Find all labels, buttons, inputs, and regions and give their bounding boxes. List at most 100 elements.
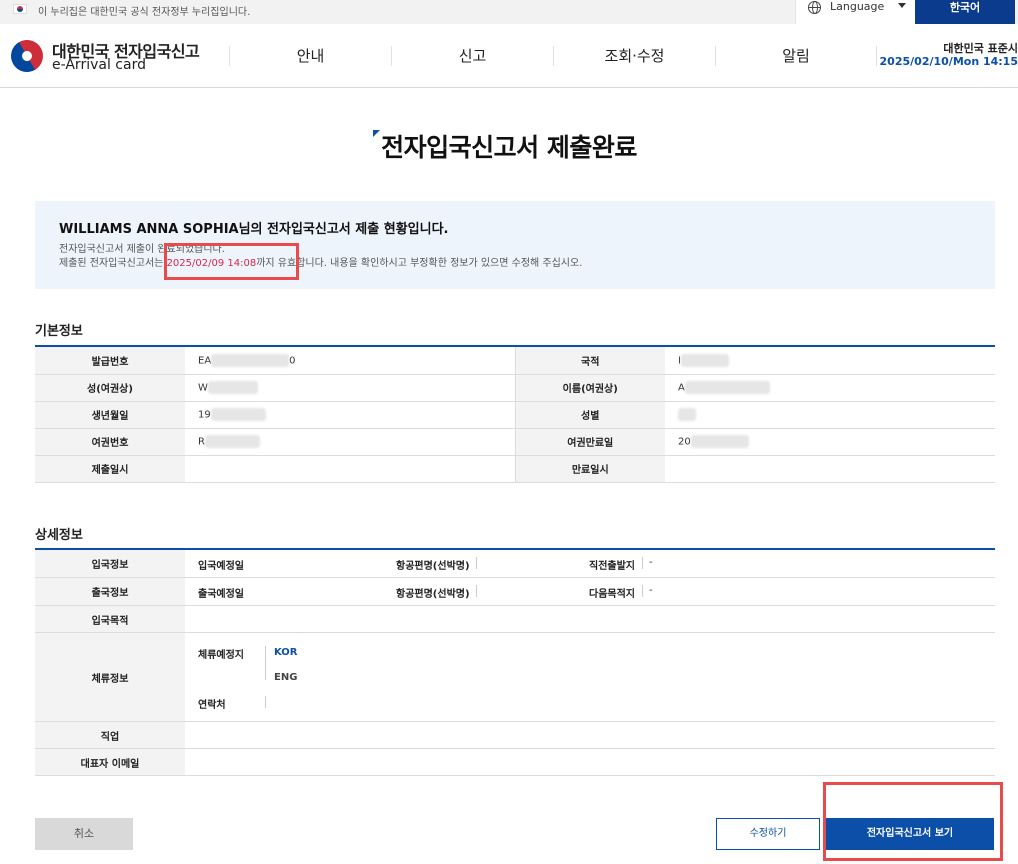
table-row: 성(여권상) W 이름(여권상) A: [35, 374, 995, 402]
exit-next-destination-label: 다음목적지: [589, 589, 635, 600]
exit-info-row: 출국예정일 항공편명(선박명) 다음목적지 -: [185, 578, 995, 605]
passport-expiry-prefix: 20: [678, 436, 691, 448]
caret-down-icon: [898, 3, 906, 8]
stay-tab-kor[interactable]: KOR: [274, 647, 298, 658]
cell-value: EA 0: [185, 347, 515, 375]
page-title-text: 전자입국신고서 제출완료: [381, 133, 637, 162]
language-selector[interactable]: Language: [795, 0, 915, 24]
nav-item-report[interactable]: 신고: [391, 46, 553, 66]
cell-value: [185, 721, 995, 749]
redacted-value: [210, 408, 266, 421]
detail-info-table: 입국정보 입국예정일 항공편명(선박명) 직전출발지 - 출국정보 출국예정일 …: [35, 550, 995, 776]
redacted-value: [684, 381, 770, 394]
divider: [265, 646, 266, 680]
title-accent-mark: [373, 130, 381, 137]
entry-previous-departure-label: 직전출발지: [589, 561, 635, 572]
cell-value: 20: [665, 428, 995, 456]
cell-value: [185, 605, 995, 633]
table-row: 제출일시 만료일시: [35, 455, 995, 483]
table-row: 대표자 이메일: [35, 748, 995, 776]
cell-value: R: [185, 428, 515, 456]
redacted-value: [204, 435, 260, 448]
cell-label: 만료일시: [514, 455, 665, 483]
cell-label: 여권번호: [35, 428, 185, 456]
cell-value: [185, 455, 515, 483]
cell-value: 19: [185, 401, 515, 429]
given-name-prefix: A: [678, 382, 685, 394]
cell-label: 직업: [35, 721, 185, 749]
cell-label: 체류정보: [35, 632, 185, 722]
divider: [476, 557, 477, 569]
globe-icon: [808, 1, 821, 14]
section-title-detail: 상세정보: [35, 528, 83, 543]
standard-time-value: 2025/02/10/Mon 14:15: [879, 55, 1018, 68]
logo-subtitle[interactable]: e-Arrival card: [52, 57, 146, 73]
surname-prefix: W: [198, 382, 208, 394]
nav-item-guide[interactable]: 안내: [229, 46, 391, 66]
exit-next-destination-value: -: [649, 585, 653, 596]
notice-line-validity: 제출된 전자입국신고서는 2025/02/09 14:08까지 유효합니다. 내…: [59, 254, 582, 269]
redacted-value: [678, 408, 696, 421]
nav-item-notice[interactable]: 알림: [715, 46, 877, 66]
redacted-value: [207, 381, 258, 394]
cell-value: 체류예정지 KOR ENG 연락처: [185, 632, 995, 722]
nav-item-lookup-edit[interactable]: 조회·수정: [553, 46, 715, 66]
language-label: Language: [830, 0, 885, 13]
cancel-button[interactable]: 취소: [35, 818, 133, 850]
cell-value: A: [665, 374, 995, 402]
stay-info-block: 체류예정지 KOR ENG 연락처: [185, 633, 995, 721]
cell-label: 제출일시: [35, 455, 185, 483]
korean-language-button[interactable]: 한국어: [915, 0, 1015, 24]
entry-flight-label: 항공편명(선박명): [396, 561, 470, 572]
issue-number-suffix: 0: [289, 355, 296, 367]
redacted-value: [680, 353, 729, 367]
standard-time-label: 대한민국 표준시: [943, 42, 1018, 55]
cell-label: 입국정보: [35, 550, 185, 578]
table-row: 출국정보 출국예정일 항공편명(선박명) 다음목적지 -: [35, 577, 995, 606]
table-row: 입국정보 입국예정일 항공편명(선박명) 직전출발지 -: [35, 550, 995, 578]
stay-tab-eng[interactable]: ENG: [274, 672, 297, 683]
divider: [642, 557, 643, 569]
cell-label: 성(여권상): [35, 374, 185, 402]
validity-suffix: 까지 유효합니다. 내용을 확인하시고 부정확한 정보가 있으면 수정해 주십시…: [256, 258, 583, 269]
issue-number-prefix: EA: [198, 355, 212, 367]
stay-place-label: 체류예정지: [198, 650, 244, 661]
cell-label: 발급번호: [35, 347, 185, 375]
contact-label: 연락처: [198, 700, 226, 711]
validity-prefix: 제출된 전자입국신고서는: [59, 258, 167, 269]
entry-info-row: 입국예정일 항공편명(선박명) 직전출발지 -: [185, 550, 995, 577]
divider: [476, 585, 477, 597]
entry-previous-departure-value: -: [649, 557, 653, 568]
highlight-box-view-button: [823, 782, 1003, 861]
korea-flag-icon: [13, 4, 27, 14]
cell-value: W: [185, 374, 515, 402]
edit-button[interactable]: 수정하기: [716, 818, 820, 850]
cell-value: I: [665, 347, 995, 375]
cell-label: 출국정보: [35, 577, 185, 606]
page-title: 전자입국신고서 제출완료: [373, 128, 637, 164]
gov-banner-text: 이 누리집은 대한민국 공식 전자정부 누리집입니다.: [38, 7, 251, 18]
divider: [642, 585, 643, 597]
cell-label: 국적: [514, 347, 665, 375]
exit-flight-label: 항공편명(선박명): [396, 589, 470, 600]
section-title-basic: 기본정보: [35, 324, 83, 339]
exit-date-label: 출국예정일: [198, 589, 244, 600]
taegeuk-logo-icon[interactable]: [5, 34, 49, 78]
table-row: 여권번호 R 여권만료일 20: [35, 428, 995, 456]
cell-label: 여권만료일: [514, 428, 665, 456]
entry-date-label: 입국예정일: [198, 561, 244, 572]
cell-value: [185, 748, 995, 776]
cell-label: 대표자 이메일: [35, 748, 185, 776]
table-row: 체류정보 체류예정지 KOR ENG 연락처: [35, 632, 995, 722]
gov-banner: 이 누리집은 대한민국 공식 전자정부 누리집입니다. Language 한국어: [0, 0, 1018, 24]
passport-prefix: R: [198, 436, 205, 448]
redacted-value: [690, 435, 749, 448]
cell-label: 입국목적: [35, 605, 185, 633]
notice-title: WILLIAMS ANNA SOPHIA님의 전자입국신고서 제출 현황입니다.: [59, 222, 449, 237]
cell-label: 성별: [514, 401, 665, 429]
cell-value: 입국예정일 항공편명(선박명) 직전출발지 -: [185, 550, 995, 578]
cell-value: 출국예정일 항공편명(선박명) 다음목적지 -: [185, 577, 995, 606]
site-header: 대한민국 전자입국신고 e-Arrival card 안내 신고 조회·수정 알…: [0, 24, 1018, 88]
cell-label: 생년월일: [35, 401, 185, 429]
divider: [265, 696, 266, 708]
